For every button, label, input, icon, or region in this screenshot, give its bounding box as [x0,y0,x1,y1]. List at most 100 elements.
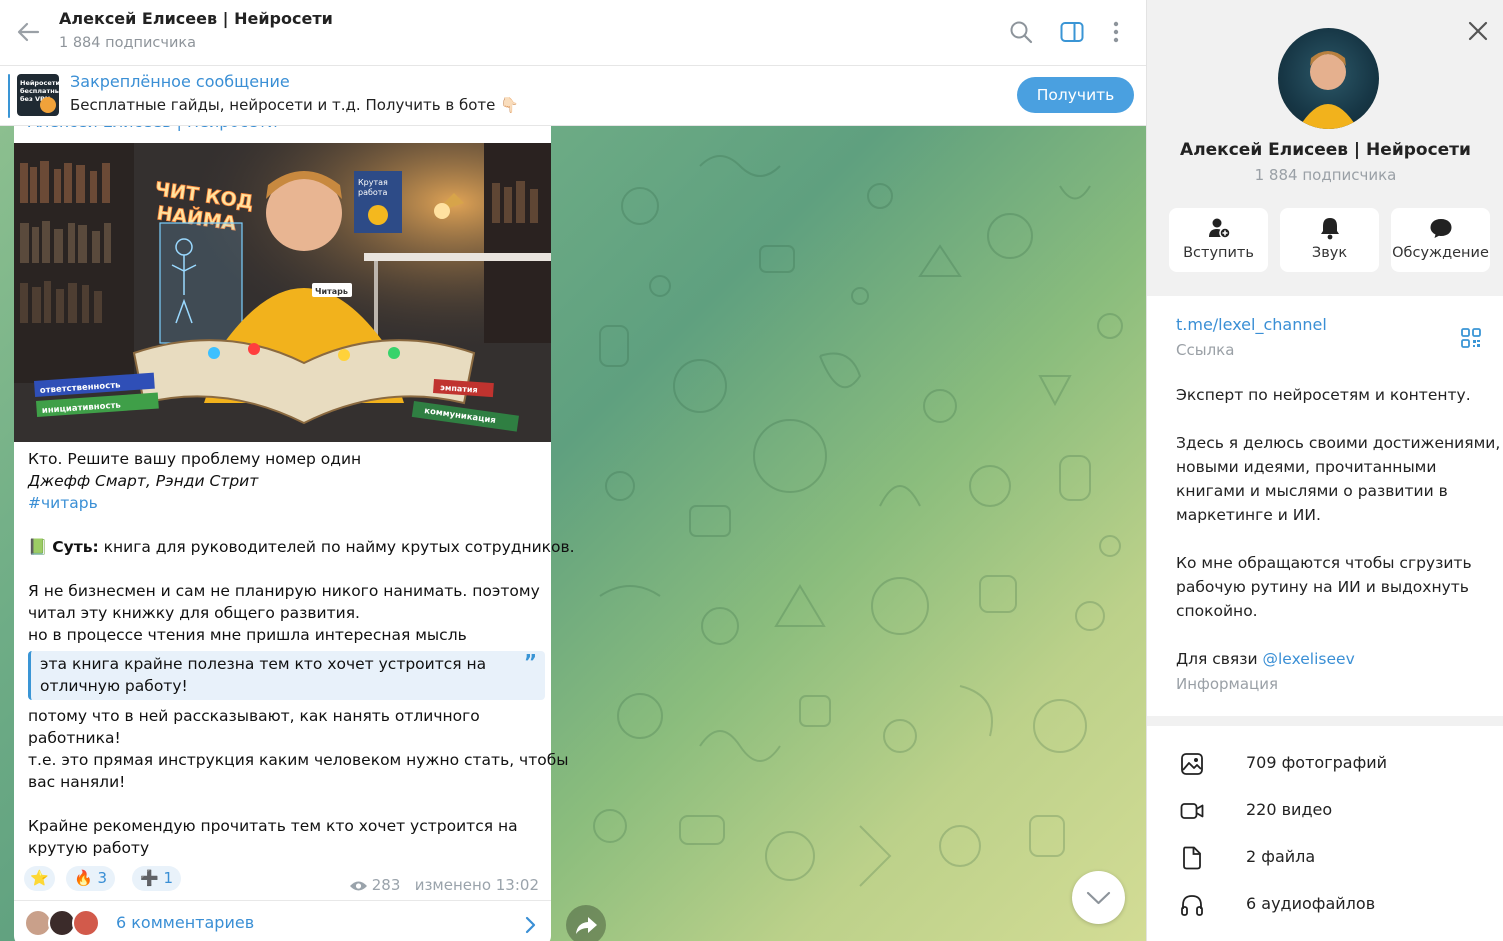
poster-text: Крутая [358,178,388,187]
paragraph-2-line-3: т.е. это прямая инструкция каким человек… [28,751,569,769]
contact-mention-link[interactable]: @lexeliseev [1263,650,1355,668]
commenter-avatars [24,909,104,939]
paragraph-2-line-2: работника! [28,729,121,747]
comments-button[interactable]: 6 комментариев [14,900,551,941]
book-authors: Джефф Смарт, Рэнди Стрит [28,472,259,490]
avatar-portrait [1298,51,1358,129]
about-line: Эксперт по нейросетям и контенту. [1176,386,1471,404]
contact-prefix: Для связи [1176,650,1263,668]
channel-info-panel: Алексей Елисеев | Нейросети 1 884 подпис… [1146,0,1503,941]
join-button[interactable]: Вступить [1169,208,1268,272]
chat-subscribers: 1 884 подписчика [59,35,197,51]
reaction-plus-count: 1 [163,869,174,887]
quote-block: эта книга крайне полезна тем кто хочет у… [28,651,545,700]
chat-bubble-icon [1430,219,1452,238]
book-title: Кто. Решите вашу проблему номер один [28,450,362,468]
fire-emoji-icon: 🔥 [74,869,93,887]
pinned-text: Бесплатные гайды, нейросети и т.д. Получ… [70,96,519,114]
chat-column: Алексей Елисеев | Нейросети 1 884 подпис… [0,0,1146,941]
about-line: спокойно. [1176,602,1258,620]
media-audio-row[interactable]: 6 аудиофайлов [1147,881,1503,928]
svg-text:работа: работа [358,188,387,197]
commenter-avatar [72,909,100,937]
media-videos-row[interactable]: 220 видео [1147,787,1503,834]
pinned-thumbnail-glow [40,97,56,113]
about-line: новыми идеями, прочитанными [1176,458,1437,476]
qr-code-icon[interactable] [1460,327,1482,349]
about-line: Здесь я делюсь своими достижениями, [1176,434,1501,452]
paragraph-1-line-3: но в процессе чтения мне пришла интересн… [28,626,467,644]
comments-label: 6 комментариев [116,913,255,932]
views-eye-icon [349,881,367,890]
info-header: Алексей Елисеев | Нейросети 1 884 подпис… [1147,0,1503,296]
sound-button[interactable]: Звук [1280,208,1379,272]
contact-line: Для связи @lexeliseev [1176,647,1494,671]
about-line: маркетинге и ИИ. [1176,506,1321,524]
post-photo[interactable]: ЧИТ КОД НАЙМА Крутая работа Читарь ответ… [14,143,551,442]
paragraph-2-line-4: вас наняли! [28,773,126,791]
media-photos-row[interactable]: 709 фотографий [1147,740,1503,787]
paragraph-1-line-2: читал эту книжку для общего развития. [28,604,360,622]
back-arrow-icon[interactable] [14,18,42,46]
edited-time: изменено 13:02 [414,876,539,894]
plus-emoji-icon: ➕ [140,869,159,887]
file-icon [1183,846,1201,870]
about-line: Ко мне обращаются чтобы сгрузить [1176,554,1472,572]
section-divider [1147,716,1503,726]
post-meta: 283 изменено 13:02 [349,876,539,894]
media-videos-label: 220 видео [1246,800,1333,819]
video-icon [1180,803,1204,819]
forward-arrow-icon [576,917,597,934]
channel-avatar[interactable] [1278,28,1379,129]
paragraph-3-line-1: Крайне рекомендую прочитать тем кто хоче… [28,817,518,835]
chevron-right-icon [525,916,536,934]
close-icon[interactable] [1465,18,1491,44]
media-files-label: 2 файла [1246,847,1316,866]
media-photos-label: 709 фотографий [1246,753,1388,772]
photo-badge-text: Читарь [315,287,348,296]
search-icon[interactable] [1008,19,1034,45]
about-caption: Информация [1176,675,1279,693]
add-user-icon [1209,218,1231,239]
reaction-fire-count: 3 [97,869,108,887]
book-emoji-icon: 📗 [28,538,48,556]
channel-post: Алексей Елисеев | Нейросети [14,110,575,941]
discussion-label: Обсуждение [1392,245,1489,261]
quote-line-1: эта книга крайне полезна тем кто хочет у… [40,655,487,673]
media-files-row[interactable]: 2 файла [1147,834,1503,881]
pinned-message[interactable]: Нейросети бесплатные без VPN Закреплённо… [0,66,1146,126]
star-emoji-icon: ⭐ [30,869,49,887]
chat-title[interactable]: Алексей Елисеев | Нейросети [59,9,333,28]
essence-label: Суть: [52,538,99,556]
headphones-icon [1181,895,1203,916]
hashtag-link[interactable]: #читарь [28,492,543,514]
quote-mark-icon: ” [523,650,537,674]
info-about-section: t.me/lexel_channel Ссылка Эксперт по ней… [1147,296,1503,716]
reaction-fire[interactable]: 🔥 3 [66,866,116,891]
about-line: книгами и мыслями о развитии в [1176,482,1448,500]
bell-icon [1321,218,1339,240]
sound-label: Звук [1311,245,1348,261]
discussion-button[interactable]: Обсуждение [1391,208,1490,272]
about-line: рабочую рутину на ИИ и выдохнуть [1176,578,1469,596]
photo-icon [1181,753,1203,775]
pinned-title: Закреплённое сообщение [70,72,290,91]
pinned-thumbnail: Нейросети бесплатные без VPN [17,74,59,116]
join-label: Вступить [1183,245,1254,261]
chevron-down-icon [1086,891,1111,905]
paragraph-1-line-1: Я не бизнесмен и сам не планирую никого … [28,582,540,600]
chat-header: Алексей Елисеев | Нейросети 1 884 подпис… [0,0,1146,66]
essence-line: 📗 Суть: книга для руководителей по найму… [28,536,575,558]
pinned-indicator-bar [8,74,10,118]
more-menu-icon[interactable] [1103,19,1129,45]
get-button[interactable]: Получить [1017,77,1134,113]
channel-name: Алексей Елисеев | Нейросети [1180,140,1471,160]
channel-subscribers: 1 884 подписчика [1254,166,1397,184]
post-photo-illustration: ЧИТ КОД НАЙМА Крутая работа Читарь ответ… [14,143,551,442]
channel-link[interactable]: t.me/lexel_channel [1176,315,1327,334]
reaction-star[interactable]: ⭐ [24,866,55,891]
forward-button[interactable] [566,905,606,941]
side-panel-icon[interactable] [1059,19,1085,45]
scroll-down-button[interactable] [1072,871,1125,924]
reaction-plus[interactable]: ➕ 1 [132,866,182,891]
